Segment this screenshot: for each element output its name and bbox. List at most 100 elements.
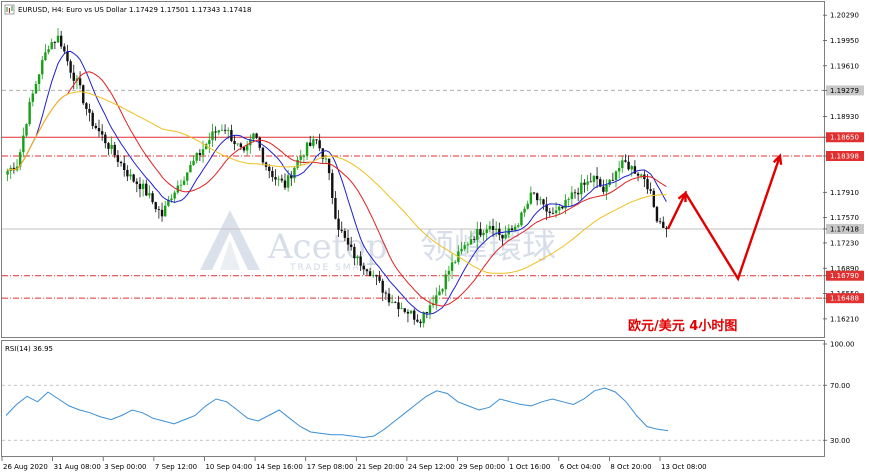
candle-body [450,262,454,271]
candle-body [340,229,343,231]
candle-body [627,161,630,170]
time-tick-label: 29 Sep 00:00 [459,463,506,471]
candle-body [580,182,583,195]
moving-averages [7,50,667,315]
candle-body [72,72,75,81]
watermark-brand: Acetop [267,227,388,267]
candle-body [662,221,665,228]
candle-body [539,199,542,201]
candle-body [372,274,375,276]
candle-body [570,192,574,200]
candle-body [463,245,466,249]
candle-body [252,133,255,140]
candle-body [353,246,356,259]
candle-body [498,228,501,235]
candle-body [488,225,492,230]
candle-body [466,244,470,246]
candle-body [148,193,151,196]
price-tick-label: 1.18930 [830,113,859,121]
candle-body [425,312,429,314]
candle-body [208,140,211,145]
candle-body [356,256,359,259]
candle-body [567,199,570,200]
candle-body [611,179,615,181]
candle-body [397,302,400,310]
candle-body [535,193,539,201]
candle-body [349,244,353,247]
price-tick-label: 1.16790 [830,272,859,280]
rsi-tick-label: 30.00 [830,437,850,445]
candle-body [589,181,592,183]
candle-body [655,206,659,222]
candle-body [302,155,306,157]
chart-window: Acetop 领峰環球 TRADE SMART 1.20290 1.19950 1.… [0,0,870,475]
candle-body [245,145,249,151]
time-tick-label: 8 Oct 20:00 [610,463,651,471]
candle-body [551,212,555,214]
price-tick-label: 1.19279 [830,87,859,95]
forecast-path [666,155,782,282]
candle-body [163,205,167,217]
chart-header: EURUSD, H4: Euro vs US Dollar 1.17429 1.… [18,6,251,14]
candle-body [621,160,624,169]
price-tick-label: 1.18398 [830,153,859,161]
price-tick-label: 1.16488 [830,295,859,303]
candle-body [513,226,517,231]
candle-body [586,181,589,185]
candle-body [542,199,545,205]
candle-body [561,206,564,209]
candle-body [520,212,523,226]
candle-body [129,174,132,177]
candle-body [315,139,318,141]
time-tick-label: 1 Oct 16:00 [509,463,550,471]
candle-body [69,61,72,73]
chart-annotation: 欧元/美元 4小时图 [628,318,737,334]
time-tick-label: 26 Aug 2020 [3,463,48,471]
candle-body [517,225,520,227]
candle-body [286,175,290,188]
candle-body [558,206,561,211]
candle-body [53,42,57,43]
candle-body [173,192,176,199]
candle-body [390,302,394,304]
candle-body [413,310,416,320]
candle-body [56,35,60,43]
candle-body [160,209,164,217]
candle-body [602,186,605,192]
candle-body [82,85,85,104]
candle-body [479,229,482,236]
candle-body [387,293,391,303]
candle-body [182,180,186,185]
candle-body [192,160,195,165]
candle-body [119,161,123,164]
rsi-line-group [2,384,823,441]
time-tick-label: 24 Sep 12:00 [408,463,455,471]
candle-body [195,153,198,161]
chart-svg: Acetop 领峰環球 TRADE SMART 1.202901.199501.… [1,4,864,471]
time-tick-label: 21 Sep 20:00 [357,463,404,471]
candle-body [554,210,558,214]
candle-body [110,144,113,149]
candle-body [595,175,599,180]
candle-body [236,143,239,145]
candle-body [331,173,334,198]
candle-body [346,237,350,245]
price-tick-label: 1.17418 [830,225,859,233]
candle-body [419,321,422,324]
time-tick-label: 7 Sep 12:00 [155,463,197,471]
time-tick-label: 17 Sep 08:00 [307,463,354,471]
candle-body [482,233,485,236]
candle-body [151,193,154,203]
time-tick-label: 31 Aug 08:00 [54,463,101,471]
candle-body [510,228,514,231]
candle-body [548,211,551,213]
candle-body [630,166,633,170]
candle-body [435,295,438,304]
candle-body [460,248,463,252]
rsi-tick-label: 70.00 [830,382,850,390]
candle-body [85,103,88,109]
candle-body [441,289,444,292]
candle-body [614,171,618,181]
rsi-tick-label: 100.00 [830,341,855,349]
price-tick-label: 1.18650 [830,134,859,142]
